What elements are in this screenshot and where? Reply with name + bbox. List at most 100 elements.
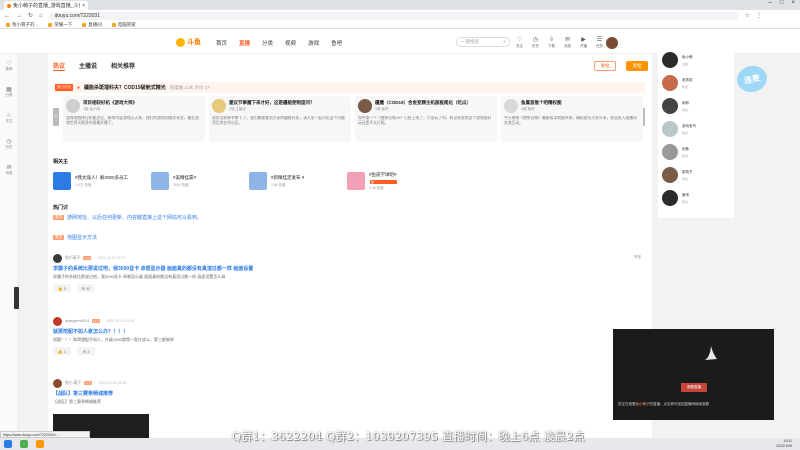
browser-taskbar-icon[interactable] xyxy=(20,440,28,448)
player-text-highlight: 兔小萌子 xyxy=(635,402,650,406)
watch-live-button[interactable]: 观看直播 xyxy=(681,383,707,392)
sidebar-item[interactable]: ▦ 分类 xyxy=(3,86,15,98)
post-item: 兔小萌子 Lv.6 2022-10-19 12:07 举报求膜子的系统比那说过吧，我3… xyxy=(53,253,643,292)
card-body: 说实话如果节拳下了，我们都能看到大家的疆能好处，请大家一起讨论这个问题然后发在评… xyxy=(212,116,345,125)
reload-icon[interactable]: ↻ xyxy=(28,12,33,19)
related-item[interactable]: #我太强人！解2000多员工 1.0万 热度 xyxy=(53,170,141,192)
outline-button[interactable]: 发帖 xyxy=(594,61,616,71)
header-item[interactable]: ✉ 消息 xyxy=(564,36,571,49)
sidebar-item-label: 消息 xyxy=(5,171,13,175)
topic-card[interactable]: 项目相较好机《游戏大师》 1楼 兔小萌 游戏领跑体位机能点达，新的内容游戏天天来，我… xyxy=(63,96,205,142)
sidebar-item[interactable]: ☆ 关注 xyxy=(3,112,15,124)
live-icon: ▶ xyxy=(581,37,586,43)
sidebar-item[interactable]: ♡ 推荐 xyxy=(3,60,15,72)
url-field[interactable]: douyu.com/7222031 xyxy=(48,11,739,20)
header-item[interactable]: ⇩ 下载 xyxy=(548,36,555,49)
fan-sub: 粉丝 xyxy=(682,107,689,112)
bookmark-item[interactable]: 兔小萌子的... xyxy=(6,22,38,28)
fan-item[interactable]: 鱼吧 粉丝 xyxy=(662,190,689,206)
like-button[interactable]: 👍 5 xyxy=(53,284,71,292)
menu-icon[interactable]: ⋮ xyxy=(756,12,762,19)
header-item-label: 历史 xyxy=(532,44,539,48)
nav-item[interactable]: 游戏 xyxy=(308,39,319,47)
bookmark-star-icon[interactable]: ☆ xyxy=(745,12,750,19)
nav-item[interactable]: 分类 xyxy=(262,39,273,47)
related-thumb xyxy=(347,172,365,190)
fan-item[interactable]: 菜狗子 粉丝 xyxy=(662,167,693,183)
post-author[interactable]: dyangem0014 xyxy=(65,319,89,323)
header-item[interactable]: ☰ 任务 xyxy=(596,36,603,49)
content-tab[interactable]: 主播说 xyxy=(79,61,97,71)
maximize-icon[interactable]: □ xyxy=(780,0,784,6)
nav-item[interactable]: 直播 xyxy=(239,39,250,47)
post-title[interactable]: 求膜子的系统比那说过吧，我3090显卡 卓感显示器 画面真的都没有真渲过都一样 … xyxy=(53,265,643,272)
content-tab[interactable]: 相关推荐 xyxy=(111,61,135,71)
topic-card[interactable]: 疆魔（COD19）合金变精主机面板尾化（吃瓜） 3楼 鱼吧 如今第一个《使命召唤19… xyxy=(355,96,497,142)
content-tab[interactable]: 热议 xyxy=(53,61,66,71)
card-sub: 2楼 主播说 xyxy=(229,107,246,111)
hot-topic-banner[interactable]: 热门讨论 ● 疆能杀斑埋科夫？COD19破舱式精光 热度值 2.2k 讨论 17 xyxy=(53,82,645,93)
notice-1[interactable]: 置顶 游网地址、以后任何更新、内容都直接上这个网站可以看到。 xyxy=(53,214,202,221)
bookmark-item[interactable]: 荣耀一下 xyxy=(48,22,72,28)
report-link[interactable]: 举报 xyxy=(634,255,641,260)
topic-card[interactable]: 鱼属首推个吧精权图 4楼 鱼吧 今天带来《使命召唤》最新版本地图评测，精权图与大家分… xyxy=(501,96,643,142)
card-title: 疆魔（COD19）合金变精主机面板尾化（吃瓜） xyxy=(375,100,472,105)
post-level-badge: Lv.6 xyxy=(84,381,92,385)
related-item[interactable]: #新精挂定发布 # 2.8k 热度 xyxy=(249,170,337,192)
sidebar-collapse-handle[interactable] xyxy=(14,287,19,309)
site-logo[interactable]: 斗鱼 xyxy=(176,37,201,47)
post-avatar[interactable] xyxy=(53,378,62,388)
minimize-icon[interactable]: – xyxy=(769,0,772,6)
back-icon[interactable]: ← xyxy=(4,13,10,19)
sidebar-item[interactable]: ◷ 历史 xyxy=(3,138,15,150)
post-title[interactable]: 【战队】第三赛季畅城推荐 xyxy=(53,390,643,397)
post-author[interactable]: 兔小 萌子 xyxy=(65,381,81,386)
post-title[interactable]: 就那挖配不如人家怎么办？！！！ xyxy=(53,328,643,335)
post-head: 兔小萌子 Lv.6 2022-10-19 12:07 xyxy=(53,253,643,263)
browser-tab[interactable]: 兔小萌子的直播_游戏直播_斗鱼直播 × xyxy=(4,1,88,10)
carousel-prev-icon[interactable]: ‹ xyxy=(53,108,59,126)
related-item[interactable]: #美精挂靠# 3093 热度 xyxy=(151,170,239,192)
header-item[interactable]: ▶ 开播 xyxy=(580,36,587,49)
bookmark-item[interactable]: 电脑管家 xyxy=(111,22,136,28)
folder-taskbar-icon[interactable] xyxy=(36,440,44,448)
post-author[interactable]: 兔小萌子 xyxy=(65,256,80,261)
related-item[interactable]: #鱼皮学球吧# 热 2.4k 热度 xyxy=(347,170,435,192)
topic-card[interactable]: 建议节拳魔下来才好，这是疆能使制度问？ 2楼 主播说 说实话如果节拳下了，我们都能看… xyxy=(209,96,351,142)
search-icon[interactable]: ⌕ xyxy=(503,39,506,45)
close-tab-icon[interactable]: × xyxy=(82,3,85,9)
sidebar-item[interactable]: ✉ 消息 xyxy=(3,164,15,176)
float-badge[interactable]: 连麦 xyxy=(734,63,770,95)
notice-2[interactable]: 置顶 地图显示方法 xyxy=(53,234,97,241)
header-item[interactable]: ◷ 历史 xyxy=(532,36,539,49)
nav-item[interactable]: 鱼吧 xyxy=(331,39,342,47)
fan-item[interactable]: 老男孩 粉丝 xyxy=(662,75,693,91)
player-text-prefix: 您正在观看 xyxy=(618,402,636,406)
search-input[interactable]: 一键搜索 ⌕ xyxy=(456,37,510,47)
comment-button[interactable]: ✉ 3 xyxy=(77,347,95,355)
fan-item[interactable]: 闲鱼 粉丝 xyxy=(662,144,689,160)
comment-button[interactable]: ✉ 32 xyxy=(77,284,95,292)
mini-player[interactable]: 观看直播 您正在观看兔小萌子的直播，点击即可返回直播间继续观看 xyxy=(613,329,774,420)
post-button[interactable]: 发帖 xyxy=(626,61,648,71)
header-item[interactable]: ♡ 关注 xyxy=(516,36,523,49)
start-icon[interactable] xyxy=(4,440,12,448)
post-body: 如题！！！和渴望配不如人，升级1500就得一直在战斗，第三都装修 xyxy=(53,337,174,342)
user-avatar[interactable] xyxy=(606,37,618,49)
close-window-icon[interactable]: × xyxy=(791,0,795,6)
forward-icon[interactable]: → xyxy=(16,13,22,19)
fan-item[interactable]: 兔小萌 主播 xyxy=(662,52,693,68)
home-icon[interactable]: ⌂ xyxy=(39,13,43,19)
fan-item[interactable]: 雨林 粉丝 xyxy=(662,98,689,114)
fan-item[interactable]: 游戏老鸟 粉丝 xyxy=(662,121,696,137)
post-avatar[interactable] xyxy=(53,316,62,326)
bookmark-item[interactable]: 直播间 xyxy=(82,22,102,28)
like-button[interactable]: 👍 1 xyxy=(53,347,71,355)
nav-item[interactable]: 首页 xyxy=(216,39,227,47)
post-time: 2022-10-18 21:30 xyxy=(98,381,127,385)
hot-title: 疆能杀斑埋科夫？COD19破舱式精光 xyxy=(84,85,166,91)
nav-item[interactable]: 视频 xyxy=(285,39,296,47)
post-avatar[interactable] xyxy=(53,253,62,263)
fan-text: 老男孩 粉丝 xyxy=(682,78,693,89)
related-thumb xyxy=(151,172,169,190)
